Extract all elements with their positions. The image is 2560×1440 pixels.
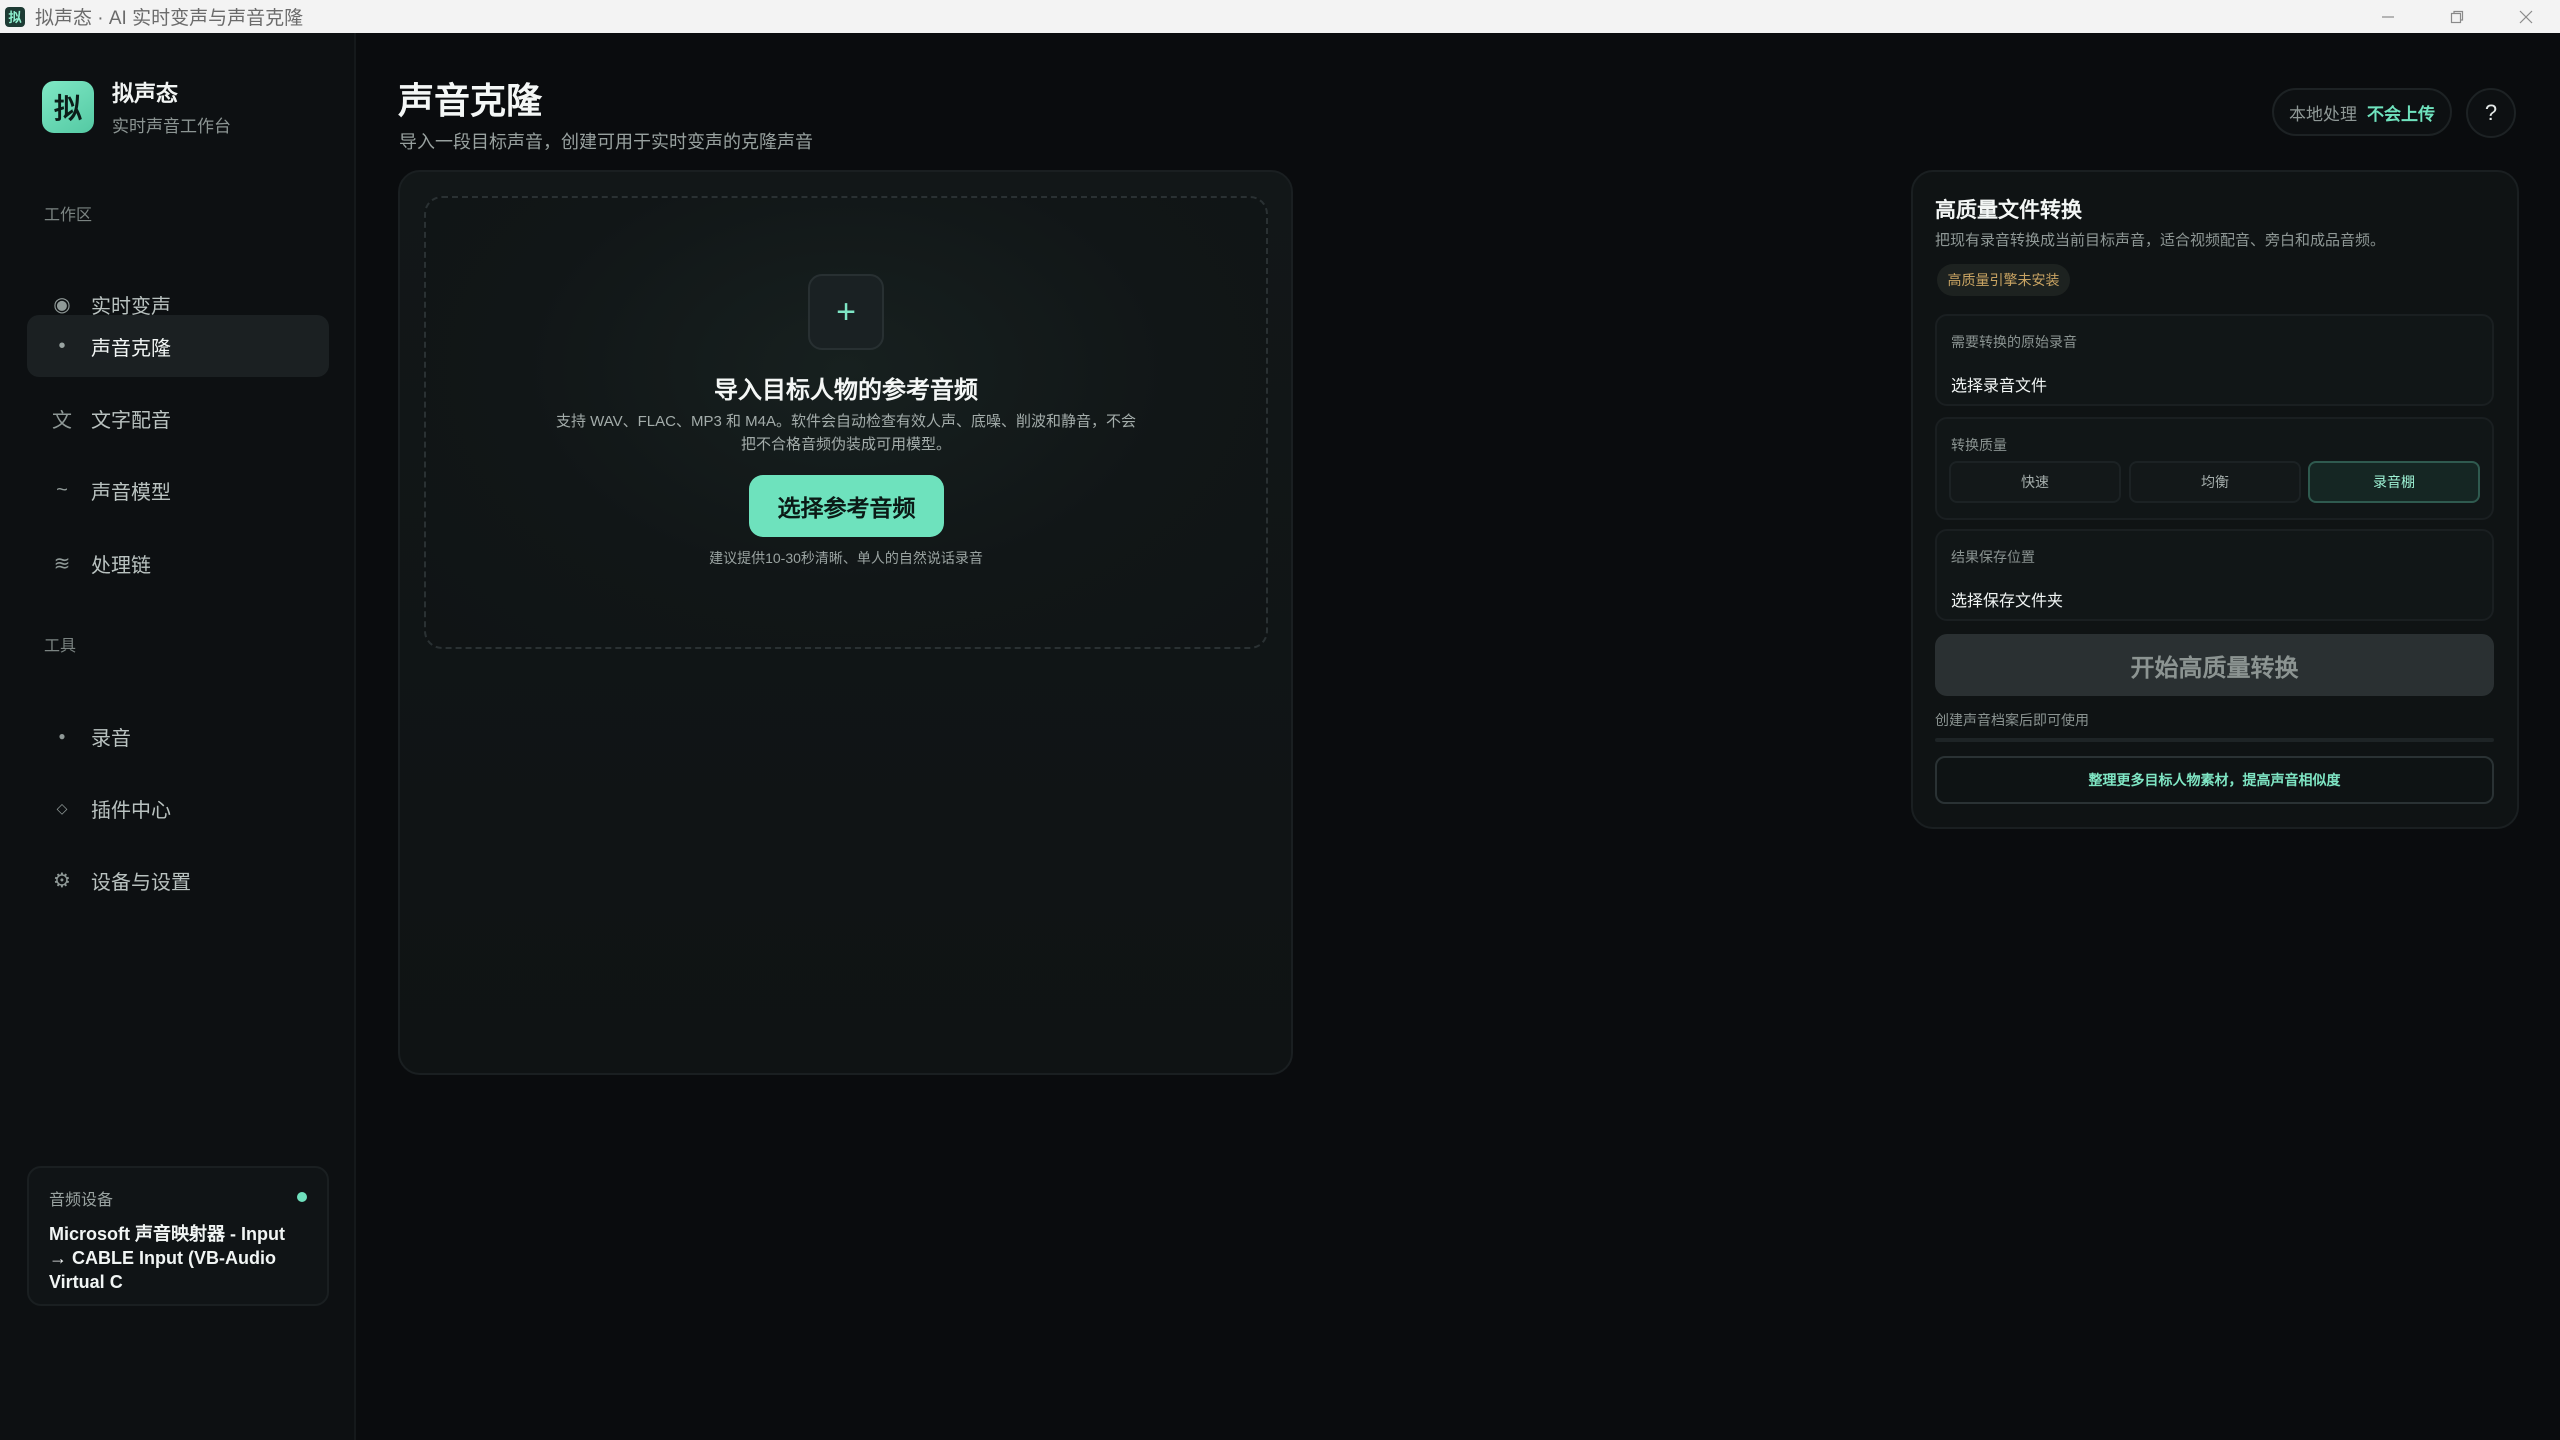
sidebar-item-plugin-center[interactable]: ◇ 插件中心 <box>27 777 329 839</box>
section-label-workspace: 工作区 <box>44 207 93 224</box>
source-recording-label: 需要转换的原始录音 <box>1951 334 2077 350</box>
mic-dot-icon: ● <box>58 729 66 743</box>
convert-panel-subtitle: 把现有录音转换成当前目标声音，适合视频配音、旁白和成品音频。 <box>1935 232 2386 249</box>
dropzone-hint: 建议提供10-30秒清晰、单人的自然说话录音 <box>709 550 983 566</box>
device-name: Microsoft 声音映射器 - Input → CABLE Input (V… <box>49 1224 285 1292</box>
privacy-label: 本地处理 <box>2289 104 2357 124</box>
quality-label: 转换质量 <box>1951 437 2007 453</box>
window-title: 拟声态 · AI 实时变声与声音克隆 <box>35 8 304 29</box>
sidebar-item-device-settings[interactable]: ⚙ 设备与设置 <box>27 849 329 911</box>
page-title: 声音克隆 <box>398 80 543 121</box>
save-location-label: 结果保存位置 <box>1951 549 2035 565</box>
dropzone-title: 导入目标人物的参考音频 <box>714 377 978 404</box>
convert-panel-title: 高质量文件转换 <box>1935 199 2082 222</box>
gear-icon: ⚙ <box>53 869 71 892</box>
sidebar-item-label: 文字配音 <box>91 409 171 432</box>
choose-reference-audio-button[interactable]: 选择参考音频 <box>749 475 944 537</box>
source-recording-value: 选择录音文件 <box>1951 378 2048 395</box>
brand-name: 拟声态 <box>112 81 179 106</box>
audio-device-card[interactable]: 音频设备 Microsoft 声音映射器 - Input → CABLE Inp… <box>27 1166 329 1306</box>
privacy-status: 不会上传 <box>2367 104 2435 124</box>
section-label-tools: 工具 <box>44 638 77 655</box>
privacy-badge: 本地处理 不会上传 <box>2272 88 2452 136</box>
engine-status-badge: 高质量引擎未安装 <box>1937 264 2070 296</box>
sidebar-item-label: 处理链 <box>91 554 151 577</box>
restore-icon[interactable] <box>2422 0 2491 33</box>
device-status-indicator <box>297 1192 307 1202</box>
app-icon: 拟 <box>5 6 25 27</box>
close-icon[interactable] <box>2491 0 2560 33</box>
quality-option-fast[interactable]: 快速 <box>1949 461 2121 503</box>
quality-option-studio[interactable]: 录音棚 <box>2308 461 2480 503</box>
window-controls <box>2353 0 2560 33</box>
save-location-value: 选择保存文件夹 <box>1951 593 2064 610</box>
page-subtitle: 导入一段目标声音，创建可用于实时变声的克隆声音 <box>399 132 813 152</box>
record-icon: ◉ <box>53 293 71 316</box>
source-recording-field[interactable]: 需要转换的原始录音 选择录音文件 <box>1935 314 2494 406</box>
sidebar-item-label: 设备与设置 <box>91 871 191 894</box>
sidebar-item-label: 声音克隆 <box>91 337 171 360</box>
plus-icon[interactable]: + <box>808 274 884 350</box>
gather-more-material-button[interactable]: 整理更多目标人物素材，提高声音相似度 <box>1935 756 2494 804</box>
device-label: 音频设备 <box>49 1192 114 1209</box>
brand-logo: 拟 <box>42 80 94 133</box>
sidebar-item-voice-models[interactable]: ~ 声音模型 <box>27 459 329 521</box>
sidebar-item-label: 录音 <box>91 727 131 750</box>
sidebar-item-voice-clone[interactable]: • 声音克隆 <box>27 315 329 377</box>
start-hq-convert-button[interactable]: 开始高质量转换 <box>1935 634 2494 696</box>
sidebar-item-label: 插件中心 <box>91 799 171 822</box>
help-button[interactable]: ? <box>2466 88 2516 138</box>
dot-icon: • <box>58 334 66 357</box>
start-hint: 创建声音档案后即可使用 <box>1935 712 2089 728</box>
sidebar: 拟 拟声态 实时声音工作台 工作区 ◉ 实时变声 • 声音克隆 文 文字配音 ~… <box>0 33 356 1440</box>
save-location-field[interactable]: 结果保存位置 选择保存文件夹 <box>1935 529 2494 621</box>
plugin-icon: ◇ <box>56 799 68 816</box>
sidebar-item-processing-chain[interactable]: ≋ 处理链 <box>27 532 329 594</box>
brand[interactable]: 拟 拟声态 实时声音工作台 <box>42 76 231 137</box>
dropzone-description: 支持 WAV、FLAC、MP3 和 M4A。软件会自动检查有效人声、底噪、削波和… <box>555 413 1137 453</box>
convert-progress-bar <box>1935 738 2494 742</box>
sidebar-item-text-dubbing[interactable]: 文 文字配音 <box>27 387 329 449</box>
quality-option-balanced[interactable]: 均衡 <box>2129 461 2301 503</box>
wave-icon: ~ <box>56 478 68 501</box>
brand-subtitle: 实时声音工作台 <box>112 117 231 136</box>
text-icon: 文 <box>52 409 72 432</box>
window-titlebar: 拟 拟声态 · AI 实时变声与声音克隆 <box>0 0 2560 33</box>
sidebar-item-recording[interactable]: ● 录音 <box>27 705 329 767</box>
minimize-icon[interactable] <box>2353 0 2422 33</box>
chain-icon: ≋ <box>53 552 71 575</box>
sidebar-item-label: 声音模型 <box>91 481 171 504</box>
